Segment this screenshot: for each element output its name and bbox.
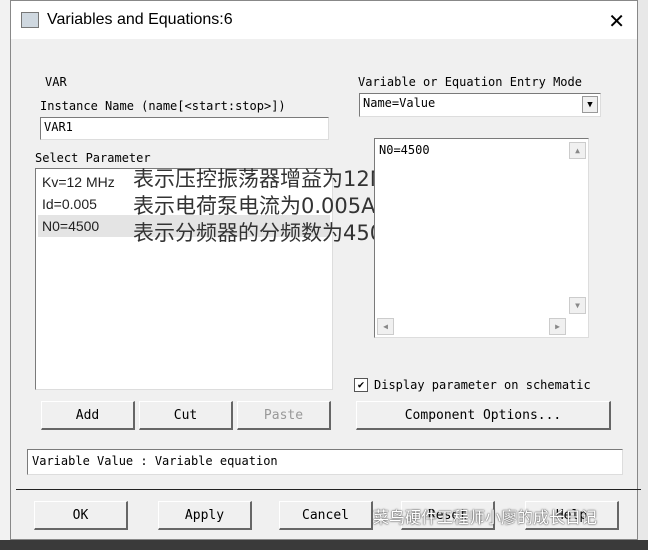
entry-textarea[interactable]: N0=4500 ▲ ▼ ◀ ▶ <box>374 138 589 338</box>
display-parameter-label: Display parameter on schematic <box>374 378 591 392</box>
entry-value: N0=4500 <box>379 143 430 157</box>
annotation: 表示分频器的分频数为4500 <box>133 221 397 245</box>
entry-mode-select[interactable]: Name=Value ▼ <box>359 93 601 117</box>
chevron-down-icon[interactable]: ▼ <box>582 96 598 113</box>
scroll-right-icon[interactable]: ▶ <box>549 318 566 335</box>
component-options-button[interactable]: Component Options... <box>356 401 611 430</box>
window-title: Variables and Equations:6 <box>47 11 233 28</box>
close-icon[interactable]: ✕ <box>608 9 625 33</box>
variables-dialog: Variables and Equations:6 ✕ VAR Instance… <box>10 0 641 540</box>
scroll-up-icon[interactable]: ▲ <box>569 142 586 159</box>
paste-button[interactable]: Paste <box>237 401 331 430</box>
title-bar: Variables and Equations:6 ✕ <box>11 1 637 39</box>
watermark: 菜鸟硬件工程师小廖的成长日记 <box>373 508 598 527</box>
app-icon <box>21 12 39 28</box>
display-parameter-checkbox[interactable]: ✔ Display parameter on schematic <box>354 378 591 392</box>
scroll-down-icon[interactable]: ▼ <box>569 297 586 314</box>
divider <box>16 489 641 490</box>
apply-button[interactable]: Apply <box>158 501 252 530</box>
annotation: 表示电荷泵电流为0.005A <box>133 194 376 218</box>
ok-button[interactable]: OK <box>34 501 128 530</box>
entry-mode-label: Variable or Equation Entry Mode <box>358 75 582 89</box>
scroll-left-icon[interactable]: ◀ <box>377 318 394 335</box>
instance-name-label: Instance Name (name[<start:stop>]) <box>40 99 286 113</box>
var-label: VAR <box>45 75 67 89</box>
check-icon[interactable]: ✔ <box>354 378 368 392</box>
add-button[interactable]: Add <box>41 401 135 430</box>
cancel-button[interactable]: Cancel <box>279 501 373 530</box>
cut-button[interactable]: Cut <box>139 401 233 430</box>
instance-name-input[interactable]: VAR1 <box>40 117 329 140</box>
entry-mode-value: Name=Value <box>363 96 436 110</box>
taskbar <box>0 540 648 550</box>
status-field: Variable Value : Variable equation <box>27 449 623 475</box>
